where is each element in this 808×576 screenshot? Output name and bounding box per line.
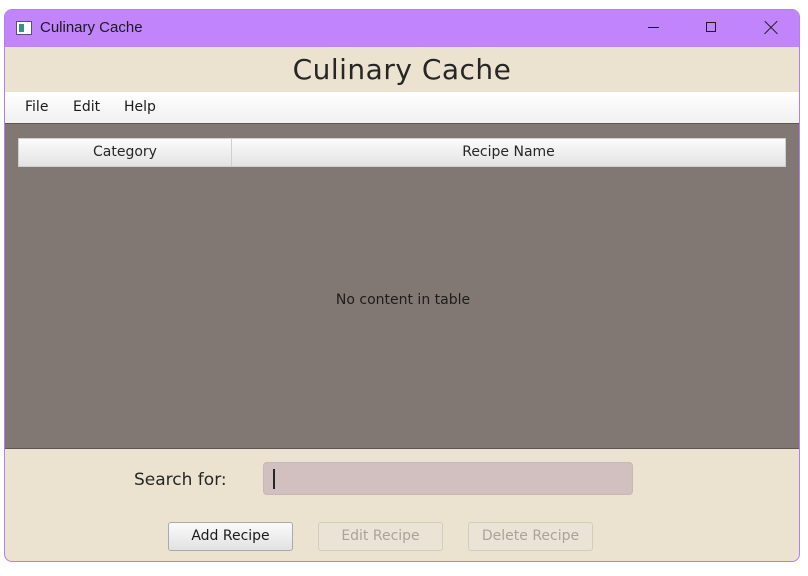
page-title: Culinary Cache	[292, 53, 512, 86]
menu-help[interactable]: Help	[124, 99, 156, 115]
maximize-icon	[706, 22, 716, 32]
search-label: Search for:	[134, 470, 227, 490]
column-header-category[interactable]: Category	[19, 139, 232, 166]
empty-table-message: No content in table	[335, 292, 471, 308]
close-button[interactable]	[741, 10, 799, 47]
column-header-recipe-name[interactable]: Recipe Name	[232, 139, 785, 166]
app-window-icon	[16, 21, 32, 35]
minimize-button[interactable]	[625, 10, 683, 47]
edit-recipe-button[interactable]: Edit Recipe	[318, 522, 443, 551]
delete-recipe-button[interactable]: Delete Recipe	[468, 522, 593, 551]
menu-edit[interactable]: Edit	[73, 99, 100, 115]
minimize-icon	[648, 27, 659, 28]
search-input[interactable]	[263, 462, 633, 495]
add-recipe-button[interactable]: Add Recipe	[168, 522, 293, 551]
title-bar[interactable]: Culinary Cache	[5, 10, 799, 47]
maximize-button[interactable]	[683, 10, 741, 47]
close-icon	[764, 21, 778, 35]
recipe-table[interactable]: Category Recipe Name No content in table	[5, 123, 799, 449]
text-cursor	[273, 469, 275, 489]
window-title: Culinary Cache	[40, 19, 143, 36]
menu-bar: File Edit Help	[5, 92, 799, 123]
table-header: Category Recipe Name	[18, 138, 786, 167]
menu-file[interactable]: File	[25, 99, 48, 115]
app-window: Culinary Cache Culinary Cache File Edit …	[4, 9, 800, 562]
